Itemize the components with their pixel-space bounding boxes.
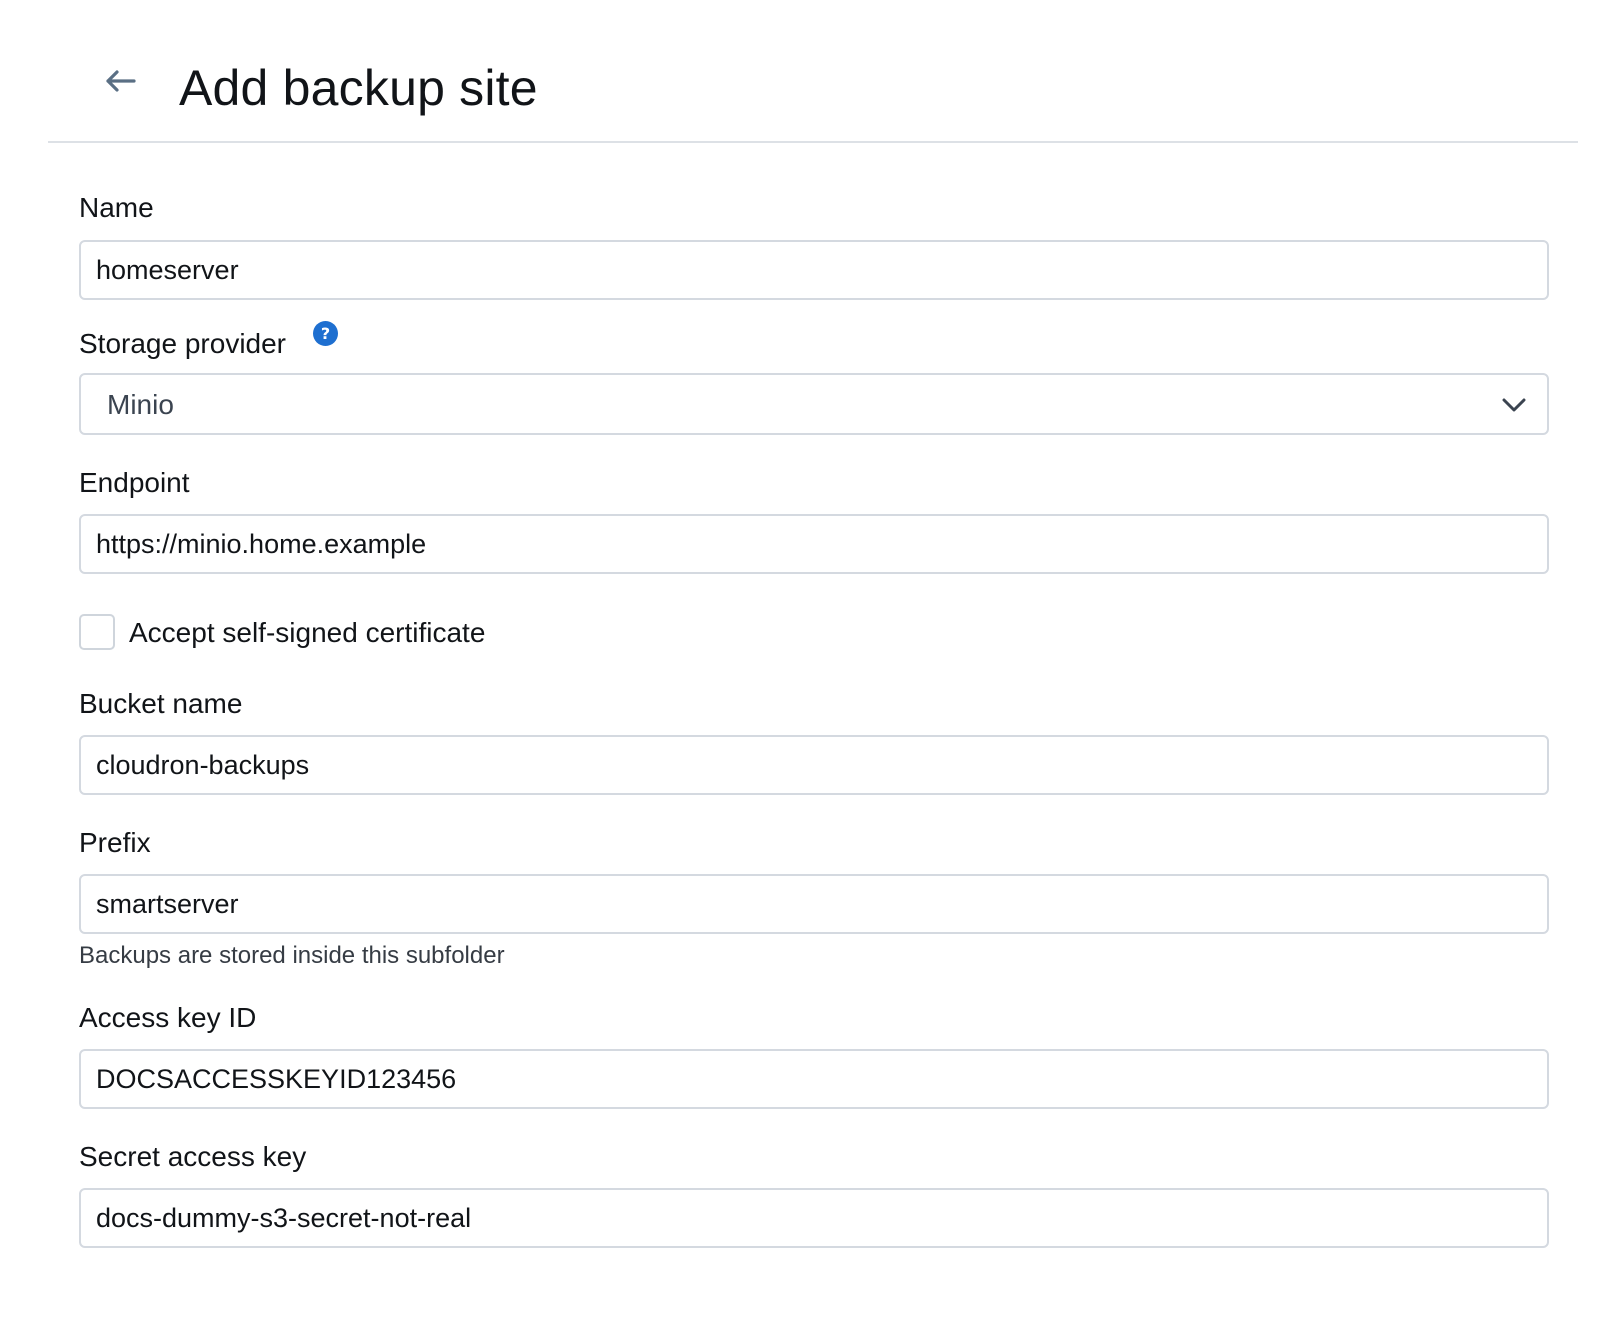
page-title: Add backup site — [179, 60, 538, 116]
name-input[interactable] — [79, 240, 1549, 300]
page-header: Add backup site — [48, 0, 1578, 143]
secret-access-key-label: Secret access key — [79, 1141, 307, 1172]
access-key-id-input[interactable] — [79, 1049, 1549, 1109]
accept-self-signed-checkbox[interactable] — [79, 614, 115, 650]
bucket-name-input[interactable] — [79, 735, 1549, 795]
arrow-left-icon — [106, 70, 136, 92]
endpoint-label: Endpoint — [79, 467, 190, 498]
prefix-input[interactable] — [79, 874, 1549, 934]
accept-self-signed-label[interactable]: Accept self-signed certificate — [129, 615, 485, 651]
endpoint-input[interactable] — [79, 514, 1549, 574]
storage-provider-label: Storage provider — [79, 328, 287, 359]
chevron-down-icon — [1502, 398, 1526, 412]
prefix-label: Prefix — [79, 827, 151, 858]
storage-provider-value: Minio — [107, 389, 174, 420]
name-label: Name — [79, 192, 154, 223]
prefix-hint: Backups are stored inside this subfolder — [79, 942, 505, 969]
access-key-id-label: Access key ID — [79, 1002, 257, 1033]
back-button[interactable] — [102, 66, 138, 96]
bucket-name-label: Bucket name — [79, 688, 243, 719]
storage-provider-select[interactable]: Minio — [79, 373, 1549, 435]
help-icon[interactable]: ? — [313, 321, 338, 346]
secret-access-key-input[interactable] — [79, 1188, 1549, 1248]
